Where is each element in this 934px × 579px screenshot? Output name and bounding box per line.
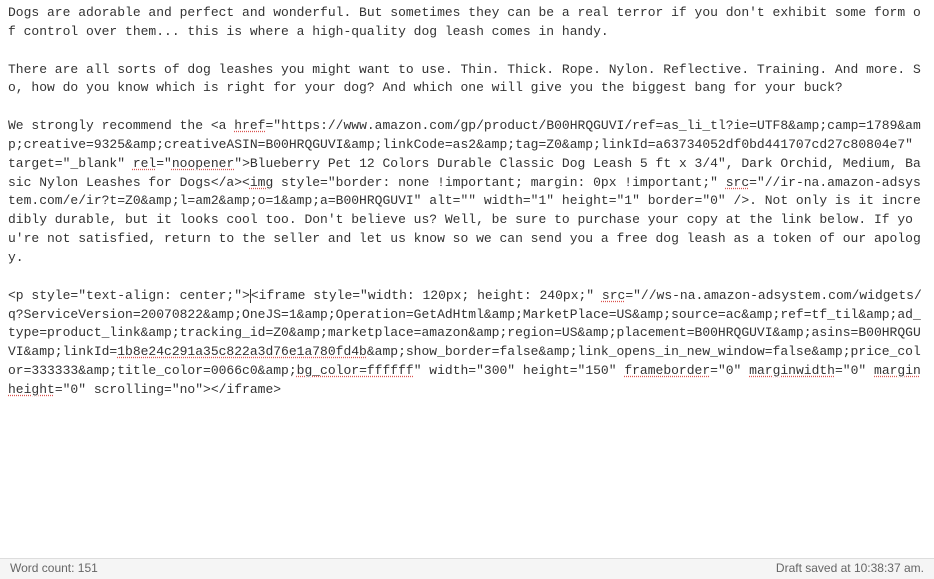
attr-href: href: [234, 118, 265, 133]
paragraph-4-open: <p style="text-align: center;">: [8, 288, 250, 303]
word-count: Word count: 151: [10, 560, 98, 577]
val-noopener: noopener: [172, 156, 234, 171]
attr-frameborder: frameborder: [624, 363, 710, 378]
attr-rel: rel: [133, 156, 156, 171]
paragraph-1: Dogs are adorable and perfect and wonder…: [8, 5, 921, 39]
val-linkid: 1b8e24c291a35c822a3d76e1a780fd4b: [117, 344, 367, 359]
attr-src-1: src: [726, 175, 749, 190]
paragraph-4-c: " width="300" height="150": [414, 363, 625, 378]
val-bgcolor: bg_color=ffffff: [297, 363, 414, 378]
paragraph-4-e: ="0": [835, 363, 874, 378]
draft-saved-status: Draft saved at 10:38:37 am.: [776, 560, 924, 577]
paragraph-2: There are all sorts of dog leashes you m…: [8, 62, 921, 96]
code-editor[interactable]: Dogs are adorable and perfect and wonder…: [0, 0, 934, 558]
status-bar: Word count: 151 Draft saved at 10:38:37 …: [0, 558, 934, 579]
paragraph-4-f: ="0" scrolling="no"></iframe>: [55, 382, 281, 397]
paragraph-3-pre: We strongly recommend the <a: [8, 118, 234, 133]
paragraph-3-d: style="border: none !important; margin: …: [273, 175, 725, 190]
attr-marginwidth: marginwidth: [749, 363, 835, 378]
tag-img: img: [250, 175, 273, 190]
paragraph-4-d: ="0": [710, 363, 749, 378]
attr-src-2: src: [602, 288, 625, 303]
paragraph-3-b: =": [156, 156, 172, 171]
paragraph-4-iframe: <iframe style="width: 120px; height: 240…: [251, 288, 602, 303]
